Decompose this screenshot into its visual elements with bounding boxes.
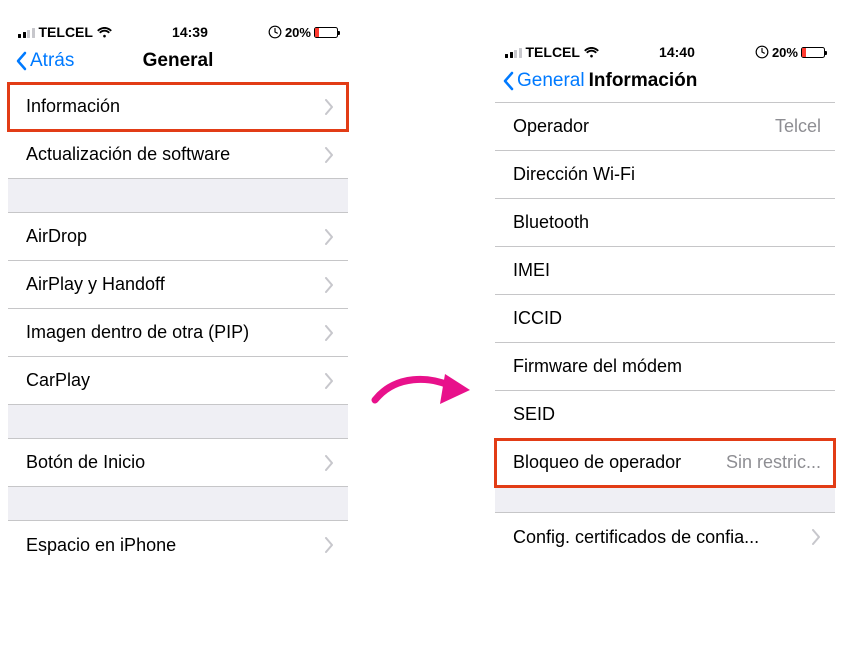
row-label: Bluetooth <box>513 212 589 233</box>
row-label: Actualización de software <box>26 144 230 165</box>
chevron-left-icon <box>14 51 28 71</box>
status-left: TELCEL <box>505 44 599 60</box>
group-separator <box>8 405 348 439</box>
chevron-right-icon <box>324 537 334 553</box>
row-label: Bloqueo de operador <box>513 452 681 473</box>
row-information[interactable]: Información <box>8 83 348 131</box>
row-cert-trust[interactable]: Config. certificados de confia... <box>495 513 835 561</box>
clock-icon <box>268 25 282 39</box>
status-time: 14:39 <box>172 24 208 40</box>
row-airdrop[interactable]: AirDrop <box>8 213 348 261</box>
row-label: ICCID <box>513 308 562 329</box>
chevron-right-icon <box>324 99 334 115</box>
row-label: Botón de Inicio <box>26 452 145 473</box>
clock-icon <box>755 45 769 59</box>
row-label: Dirección Wi-Fi <box>513 164 635 185</box>
battery-pct: 20% <box>772 45 798 60</box>
chevron-right-icon <box>324 455 334 471</box>
row-software-update[interactable]: Actualización de software <box>8 131 348 179</box>
chevron-left-icon <box>501 71 515 91</box>
chevron-right-icon <box>324 325 334 341</box>
status-right: 20% <box>755 45 825 60</box>
nav-bar: Atrás General <box>8 42 348 83</box>
info-list: Operador Telcel Dirección Wi-Fi Bluetoot… <box>495 103 835 561</box>
row-wifi-address[interactable]: Dirección Wi-Fi <box>495 151 835 199</box>
row-iphone-storage[interactable]: Espacio en iPhone <box>8 521 348 569</box>
row-label: Operador <box>513 116 589 137</box>
arrow-icon <box>370 360 480 420</box>
status-time: 14:40 <box>659 44 695 60</box>
back-label: Atrás <box>30 50 74 72</box>
status-bar: TELCEL 14:40 20% <box>495 40 835 62</box>
status-bar: TELCEL 14:39 20% <box>8 20 348 42</box>
carrier-label: TELCEL <box>526 44 580 60</box>
row-value: Telcel <box>775 116 821 137</box>
row-operator[interactable]: Operador Telcel <box>495 103 835 151</box>
row-pip[interactable]: Imagen dentro de otra (PIP) <box>8 309 348 357</box>
wifi-icon <box>584 47 599 58</box>
chevron-right-icon <box>324 229 334 245</box>
row-bluetooth[interactable]: Bluetooth <box>495 199 835 247</box>
signal-icon <box>18 27 35 38</box>
nav-bar: General Información <box>495 62 835 103</box>
battery-icon <box>801 47 825 58</box>
row-label: CarPlay <box>26 370 90 391</box>
page-title: Información <box>589 70 698 92</box>
row-label: Imagen dentro de otra (PIP) <box>26 322 249 343</box>
row-airplay[interactable]: AirPlay y Handoff <box>8 261 348 309</box>
row-label: AirPlay y Handoff <box>26 274 165 295</box>
phone-general: TELCEL 14:39 20% Atrás General Informaci… <box>8 20 348 569</box>
row-label: IMEI <box>513 260 550 281</box>
phone-information: TELCEL 14:40 20% General Información Ope… <box>495 40 835 561</box>
page-title: General <box>143 50 214 72</box>
carrier-label: TELCEL <box>39 24 93 40</box>
chevron-right-icon <box>324 147 334 163</box>
group-separator <box>8 487 348 521</box>
row-label: AirDrop <box>26 226 87 247</box>
settings-list: Información Actualización de software Ai… <box>8 83 348 569</box>
row-label: Espacio en iPhone <box>26 535 176 556</box>
status-left: TELCEL <box>18 24 112 40</box>
row-home-button[interactable]: Botón de Inicio <box>8 439 348 487</box>
row-imei[interactable]: IMEI <box>495 247 835 295</box>
back-label: General <box>517 70 585 92</box>
row-carrier-lock[interactable]: Bloqueo de operador Sin restric... <box>495 439 835 487</box>
group-separator <box>495 487 835 513</box>
row-carplay[interactable]: CarPlay <box>8 357 348 405</box>
back-button[interactable]: General <box>501 70 585 92</box>
status-right: 20% <box>268 25 338 40</box>
chevron-right-icon <box>324 277 334 293</box>
row-iccid[interactable]: ICCID <box>495 295 835 343</box>
wifi-icon <box>97 27 112 38</box>
row-modem-firmware[interactable]: Firmware del módem <box>495 343 835 391</box>
chevron-right-icon <box>324 373 334 389</box>
row-label: Firmware del módem <box>513 356 682 377</box>
battery-icon <box>314 27 338 38</box>
row-seid[interactable]: SEID <box>495 391 835 439</box>
row-value: Sin restric... <box>726 452 821 473</box>
row-label: SEID <box>513 404 555 425</box>
signal-icon <box>505 47 522 58</box>
row-label: Información <box>26 96 120 117</box>
group-separator <box>8 179 348 213</box>
chevron-right-icon <box>811 529 821 545</box>
battery-pct: 20% <box>285 25 311 40</box>
back-button[interactable]: Atrás <box>14 50 74 72</box>
row-label: Config. certificados de confia... <box>513 527 759 548</box>
